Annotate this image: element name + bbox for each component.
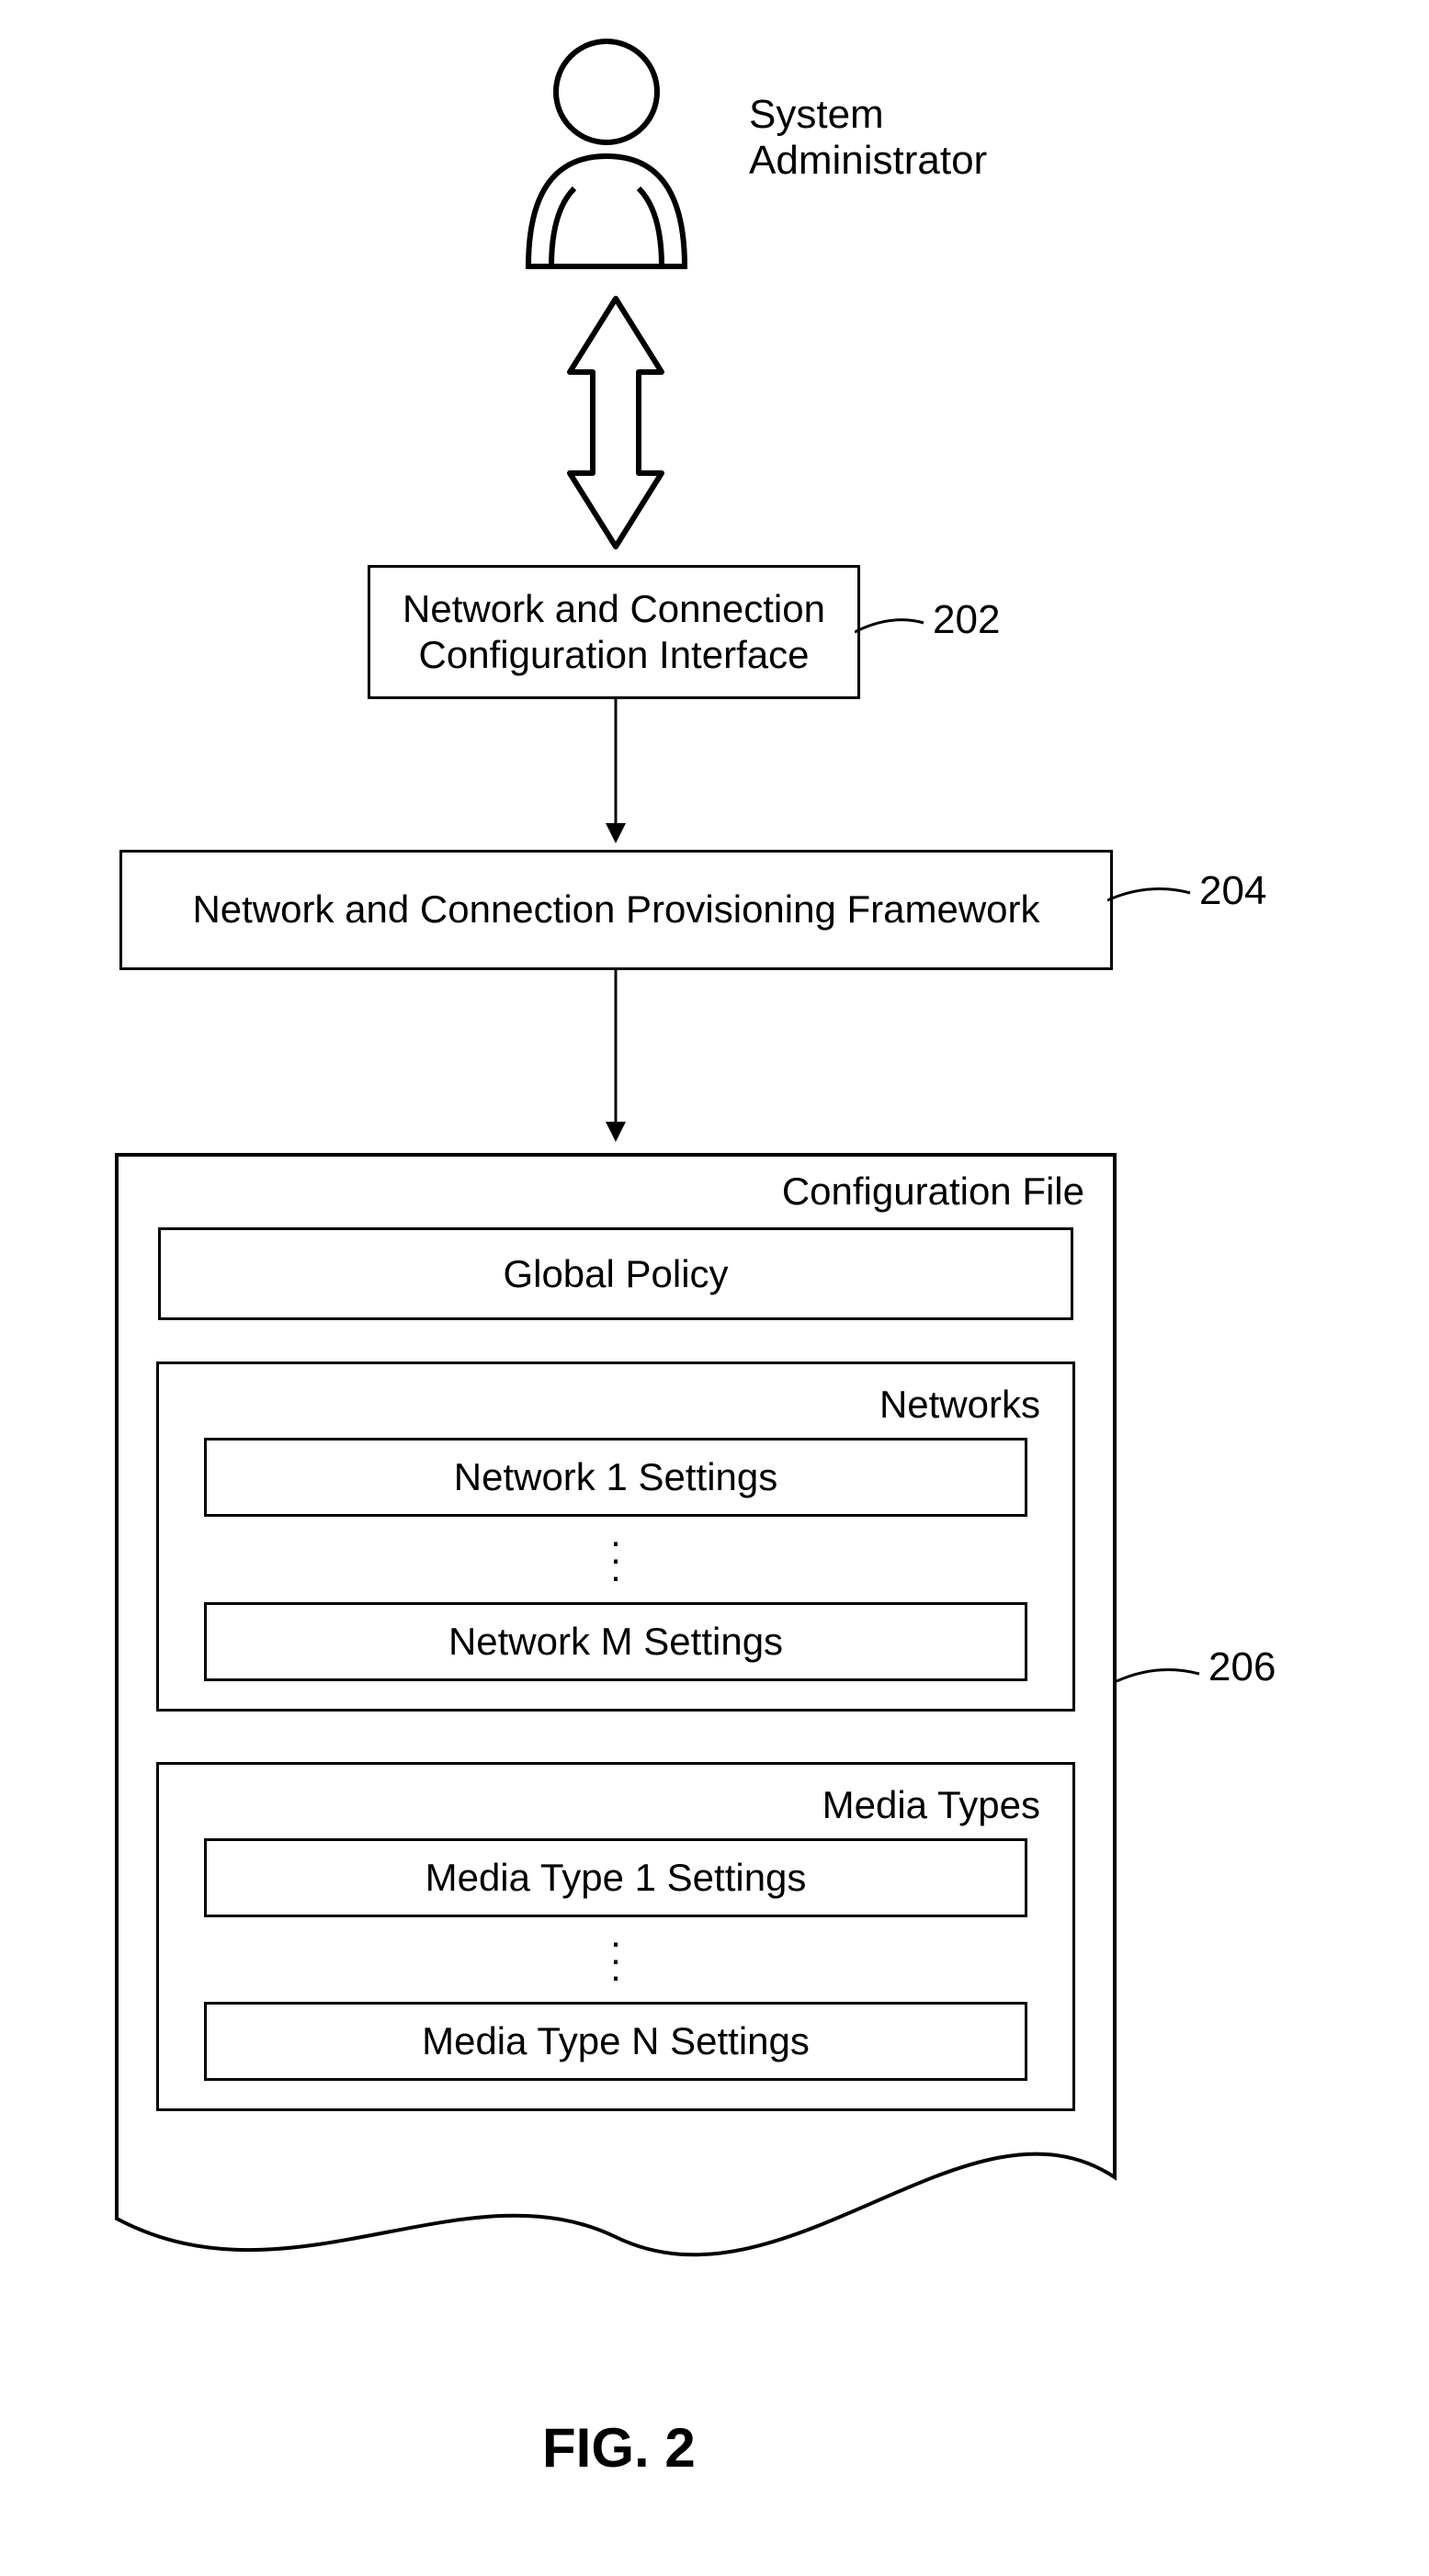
global-policy-box: Global Policy [158, 1227, 1073, 1320]
media-title: Media Types [187, 1783, 1045, 1838]
media-last-box: Media Type N Settings [204, 2002, 1027, 2081]
media-types-group: Media Types Media Type 1 Settings ··· Me… [156, 1762, 1075, 2112]
networks-title: Networks [187, 1383, 1045, 1438]
callout-line-206 [1117, 1663, 1204, 1700]
provisioning-framework-box: Network and Connection Provisioning Fram… [119, 850, 1113, 970]
ref-204: 204 [1199, 868, 1266, 914]
config-interface-box: Network and Connection Configuration Int… [368, 565, 860, 699]
callout-line-202 [855, 614, 928, 650]
diagram-canvas: System Administrator Network and Connect… [0, 0, 1429, 2576]
network-first-box: Network 1 Settings [204, 1438, 1027, 1517]
config-file-label: Configuration File [115, 1153, 1117, 1223]
vertical-ellipsis-icon: ··· [187, 1917, 1045, 2003]
figure-label: FIG. 2 [542, 2416, 696, 2480]
ref-206: 206 [1208, 1644, 1276, 1690]
media-first-box: Media Type 1 Settings [204, 1838, 1027, 1917]
double-arrow-icon [551, 294, 680, 551]
networks-group: Networks Network 1 Settings ··· Network … [156, 1361, 1075, 1712]
ref-202: 202 [933, 597, 1000, 643]
arrow-down-icon [602, 969, 629, 1144]
config-file-content: Configuration File Global Policy Network… [115, 1153, 1117, 2111]
network-last-box: Network M Settings [204, 1602, 1027, 1681]
arrow-down-icon [602, 698, 629, 845]
actor-icon [496, 28, 717, 285]
actor-label: System Administrator [749, 92, 987, 184]
callout-line-204 [1107, 882, 1195, 919]
vertical-ellipsis-icon: ··· [187, 1517, 1045, 1602]
